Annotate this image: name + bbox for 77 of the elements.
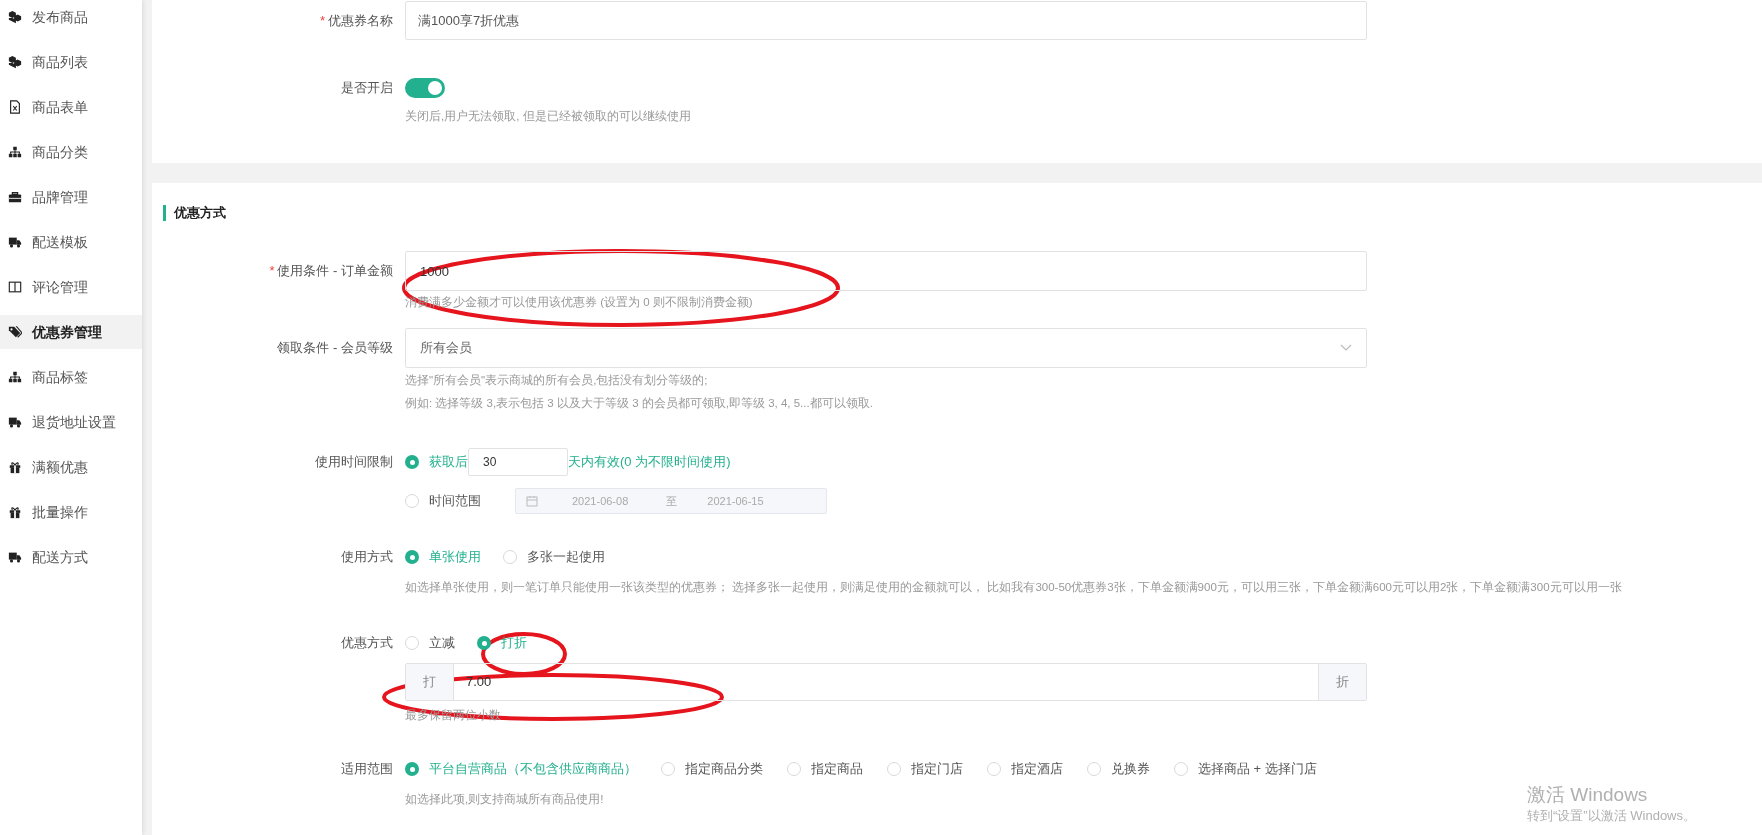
briefcase-icon <box>8 190 22 204</box>
field-label: 是否开启 <box>341 79 393 98</box>
field-label: 领取条件 - 会员等级 <box>277 339 393 358</box>
field-label: 使用条件 - 订单金额 <box>277 262 393 281</box>
field-label: 优惠方式 <box>341 634 393 653</box>
radio-button[interactable] <box>1087 762 1101 776</box>
text-field[interactable]: 30 <box>468 448 568 476</box>
activation-notice-text: 转到“设置”以激活 Windows。 <box>1527 807 1696 825</box>
section-marker <box>163 205 166 221</box>
chevron-down-icon <box>1340 344 1352 352</box>
hint-text: 如选择单张使用，则一笔订单只能使用一张该类型的优惠券； 选择多张一起使用，则满足使用的金额就可以， 比如我有300-50优惠券3张，下单金额满900元，可以用三张，下单金额满600元可以用2张，下单金额满300元可以用一张 <box>405 580 1622 595</box>
input-prefix: 打 <box>406 664 454 700</box>
columns-icon <box>8 280 22 294</box>
truck-icon <box>8 550 22 564</box>
radio-option[interactable]: 兑换券 <box>1087 759 1150 779</box>
radio-option[interactable]: 指定门店 <box>887 759 963 779</box>
field-label: 优惠券名称 <box>328 11 393 30</box>
radio-option[interactable]: 指定商品 <box>787 759 863 779</box>
sidebar-item[interactable]: 配送模板 <box>0 225 142 259</box>
radio-button[interactable] <box>987 762 1001 776</box>
gift-icon <box>8 505 22 519</box>
radio-button[interactable] <box>887 762 901 776</box>
radio-option[interactable]: 选择商品 + 选择门店 <box>1174 759 1317 779</box>
sidebar-item[interactable]: 商品列表 <box>0 45 142 79</box>
required-mark: * <box>269 262 275 281</box>
sidebar-item[interactable]: 退货地址设置 <box>0 405 142 439</box>
sitemap-icon <box>8 370 22 384</box>
sidebar-item[interactable]: 发布商品 <box>0 0 142 34</box>
radio-button[interactable] <box>661 762 675 776</box>
tag-icon <box>8 325 22 339</box>
sitemap-icon <box>8 145 22 159</box>
radio-button[interactable] <box>405 762 419 776</box>
text-field[interactable]: 满1000享7折优惠 <box>405 1 1367 40</box>
hint-text: 如选择此项,则支持商城所有商品使用! <box>405 792 604 807</box>
sidebar-item[interactable]: 评论管理 <box>0 270 142 304</box>
cubes-icon <box>8 55 22 69</box>
radio-option[interactable]: 时间范围 <box>405 491 515 511</box>
sidebar-item[interactable]: 批量操作 <box>0 495 142 529</box>
radio-button[interactable] <box>1174 762 1188 776</box>
sidebar-item[interactable]: 商品标签 <box>0 360 142 394</box>
activation-notice-title: 激活 Windows <box>1527 783 1649 807</box>
section-title: 优惠方式 <box>174 204 226 223</box>
radio-button[interactable] <box>405 455 419 469</box>
discount-input-group[interactable]: 打 7.00 折 <box>405 663 1367 701</box>
sidebar-item[interactable]: 商品表单 <box>0 90 142 124</box>
calendar-icon <box>526 495 538 507</box>
radio-option[interactable]: 立减 <box>405 633 455 653</box>
sidebar-item[interactable]: 满额优惠 <box>0 450 142 484</box>
radio-button[interactable] <box>405 494 419 508</box>
field-suffix: 天内有效(0 为不限时间使用) <box>568 453 731 472</box>
gift-icon <box>8 460 22 474</box>
sidebar-item[interactable]: 品牌管理 <box>0 180 142 214</box>
radio-option[interactable]: 多张一起使用 <box>503 547 605 567</box>
field-label: 使用时间限制 <box>315 453 393 472</box>
truck-icon <box>8 235 22 249</box>
radio-option[interactable]: 指定酒店 <box>987 759 1063 779</box>
field-label: 适用范围 <box>341 760 393 779</box>
hint-text: 关闭后,用户无法领取, 但是已经被领取的可以继续使用 <box>405 109 691 124</box>
required-mark: * <box>319 11 325 30</box>
sidebar-item[interactable]: 优惠券管理 <box>0 315 142 349</box>
hint-text: 例如: 选择等级 3,表示包括 3 以及大于等级 3 的会员都可领取,即等级 3, 4, 5...都可以领取. <box>405 396 873 411</box>
radio-button[interactable] <box>405 636 419 650</box>
sidebar-item[interactable]: 商品分类 <box>0 135 142 169</box>
radio-button[interactable] <box>503 550 517 564</box>
sidebar-item[interactable]: 配送方式 <box>0 540 142 574</box>
radio-button[interactable] <box>477 636 491 650</box>
radio-option[interactable]: 指定商品分类 <box>661 759 763 779</box>
hint-text: 选择"所有会员"表示商城的所有会员,包括没有划分等级的; <box>405 373 708 388</box>
input-suffix: 折 <box>1318 664 1366 700</box>
toggle-switch[interactable] <box>405 78 445 98</box>
select-field[interactable]: 所有会员 <box>405 328 1367 368</box>
radio-button[interactable] <box>787 762 801 776</box>
radio-button[interactable] <box>405 550 419 564</box>
truck-icon <box>8 415 22 429</box>
file-icon <box>8 100 22 114</box>
field-label: 使用方式 <box>341 548 393 567</box>
cubes-icon <box>8 10 22 24</box>
